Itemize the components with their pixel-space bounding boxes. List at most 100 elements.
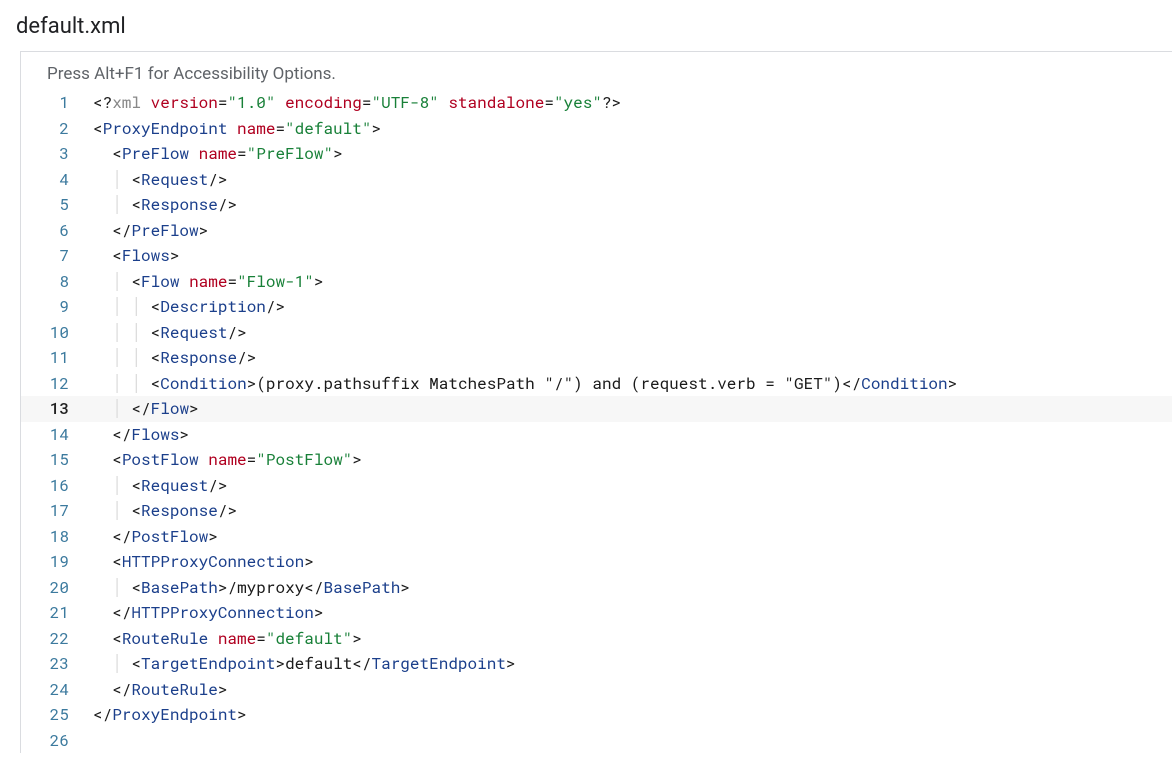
code-line[interactable]: 9 │ │ <Description/> (21, 294, 1172, 320)
code-content[interactable]: │ │ <Response/> (93, 345, 1172, 371)
token-str: "yes" (554, 92, 602, 113)
code-content[interactable]: │ <Request/> (93, 167, 1172, 193)
accessibility-hint: Press Alt+F1 for Accessibility Options. (21, 60, 1172, 90)
line-number: 26 (21, 728, 93, 754)
code-content[interactable]: │ <Response/> (93, 498, 1172, 524)
indent-guide: │ (112, 396, 131, 422)
code-line[interactable]: 5 │ <Response/> (21, 192, 1172, 218)
code-line[interactable]: 23 │ <TargetEndpoint>default</TargetEndp… (21, 651, 1172, 677)
code-line[interactable]: 19 <HTTPProxyConnection> (21, 549, 1172, 575)
code-content[interactable]: │ </Flow> (93, 396, 1172, 422)
token-str: "1.0" (227, 92, 275, 113)
indent-guide (93, 498, 112, 524)
token-angle: < (131, 169, 141, 190)
token-angle: < (151, 347, 161, 368)
code-content[interactable]: </HTTPProxyConnection> (93, 600, 1172, 626)
code-content[interactable]: │ <TargetEndpoint>default</TargetEndpoin… (93, 651, 1172, 677)
code-line[interactable]: 13 │ </Flow> (21, 396, 1172, 422)
indent-guide (93, 524, 112, 550)
code-line[interactable]: 14 </Flows> (21, 422, 1172, 448)
code-content[interactable]: <Flows> (93, 243, 1172, 269)
token-str: "PostFlow" (256, 449, 352, 470)
code-content[interactable]: │ │ <Description/> (93, 294, 1172, 320)
code-line[interactable]: 3 <PreFlow name="PreFlow"> (21, 141, 1172, 167)
indent-guide: │ (112, 651, 131, 677)
token-tag: TargetEndpoint (372, 653, 506, 674)
indent-guide (93, 141, 112, 167)
indent-guide (93, 549, 112, 575)
code-content[interactable]: <RouteRule name="default"> (93, 626, 1172, 652)
line-number: 20 (21, 575, 93, 601)
indent-guide (93, 167, 112, 193)
token-attr: name (189, 271, 227, 292)
token-tag: Condition (160, 373, 246, 394)
code-line[interactable]: 1<?xml version="1.0" encoding="UTF-8" st… (21, 90, 1172, 116)
code-line[interactable]: 8 │ <Flow name="Flow-1"> (21, 269, 1172, 295)
token-angle: > (400, 577, 410, 598)
code-content[interactable]: </RouteRule> (93, 677, 1172, 703)
token-angle: < (151, 296, 161, 317)
token-angle: > (275, 653, 285, 674)
code-line[interactable]: 4 │ <Request/> (21, 167, 1172, 193)
code-line[interactable]: 26 (21, 728, 1172, 754)
code-content[interactable]: <?xml version="1.0" encoding="UTF-8" sta… (93, 90, 1172, 116)
token-tag: Condition (861, 373, 947, 394)
token-punct: = (544, 92, 554, 113)
token-str: "Flow-1" (237, 271, 314, 292)
token-attr: encoding (285, 92, 362, 113)
token-tag: Flows (131, 424, 179, 445)
code-line[interactable]: 22 <RouteRule name="default"> (21, 626, 1172, 652)
line-number: 21 (21, 600, 93, 626)
code-content[interactable]: </Flows> (93, 422, 1172, 448)
token-tag: PreFlow (122, 143, 199, 164)
code-content[interactable]: │ │ <Condition>(proxy.pathsuffix Matches… (93, 371, 1172, 397)
indent-guide: │ (112, 345, 131, 371)
code-content[interactable]: </PostFlow> (93, 524, 1172, 550)
token-angle: </ (93, 704, 112, 725)
indent-guide: │ (131, 371, 150, 397)
code-line[interactable]: 16 │ <Request/> (21, 473, 1172, 499)
code-line[interactable]: 6 </PreFlow> (21, 218, 1172, 244)
token-str: "PreFlow" (247, 143, 333, 164)
line-number: 23 (21, 651, 93, 677)
code-line[interactable]: 20 │ <BasePath>/myproxy</BasePath> (21, 575, 1172, 601)
code-line[interactable]: 2<ProxyEndpoint name="default"> (21, 116, 1172, 142)
file-title: default.xml (0, 0, 1172, 51)
token-tag: ProxyEndpoint (112, 704, 237, 725)
token-tag: Response (160, 347, 237, 368)
code-line[interactable]: 17 │ <Response/> (21, 498, 1172, 524)
indent-guide: │ (112, 320, 131, 346)
token-angle: > (199, 220, 209, 241)
code-content[interactable]: <PreFlow name="PreFlow"> (93, 141, 1172, 167)
code-line[interactable]: 15 <PostFlow name="PostFlow"> (21, 447, 1172, 473)
code-line[interactable]: 12 │ │ <Condition>(proxy.pathsuffix Matc… (21, 371, 1172, 397)
indent-guide (93, 192, 112, 218)
token-tag: PostFlow (122, 449, 208, 470)
code-content[interactable]: </ProxyEndpoint> (93, 702, 1172, 728)
code-content[interactable]: <PostFlow name="PostFlow"> (93, 447, 1172, 473)
token-angle: > (352, 449, 362, 470)
code-line[interactable]: 7 <Flows> (21, 243, 1172, 269)
code-content[interactable]: │ <Flow name="Flow-1"> (93, 269, 1172, 295)
code-line[interactable]: 25</ProxyEndpoint> (21, 702, 1172, 728)
code-line[interactable]: 24 </RouteRule> (21, 677, 1172, 703)
token-angle: > (208, 526, 218, 547)
token-punct (275, 92, 285, 113)
token-tag: Description (160, 296, 266, 317)
token-angle: > (506, 653, 516, 674)
token-angle: > (170, 245, 180, 266)
code-editor[interactable]: 1<?xml version="1.0" encoding="UTF-8" st… (21, 90, 1172, 753)
code-content[interactable]: │ │ <Request/> (93, 320, 1172, 346)
code-content[interactable]: <ProxyEndpoint name="default"> (93, 116, 1172, 142)
code-line[interactable]: 18 </PostFlow> (21, 524, 1172, 550)
code-content[interactable]: │ <Response/> (93, 192, 1172, 218)
code-content[interactable]: </PreFlow> (93, 218, 1172, 244)
code-content[interactable]: │ <BasePath>/myproxy</BasePath> (93, 575, 1172, 601)
code-line[interactable]: 11 │ │ <Response/> (21, 345, 1172, 371)
token-tag: ProxyEndpoint (103, 118, 237, 139)
code-content[interactable]: │ <Request/> (93, 473, 1172, 499)
code-line[interactable]: 10 │ │ <Request/> (21, 320, 1172, 346)
token-text: (proxy.pathsuffix MatchesPath "/") and (… (256, 373, 842, 394)
code-content[interactable]: <HTTPProxyConnection> (93, 549, 1172, 575)
code-line[interactable]: 21 </HTTPProxyConnection> (21, 600, 1172, 626)
